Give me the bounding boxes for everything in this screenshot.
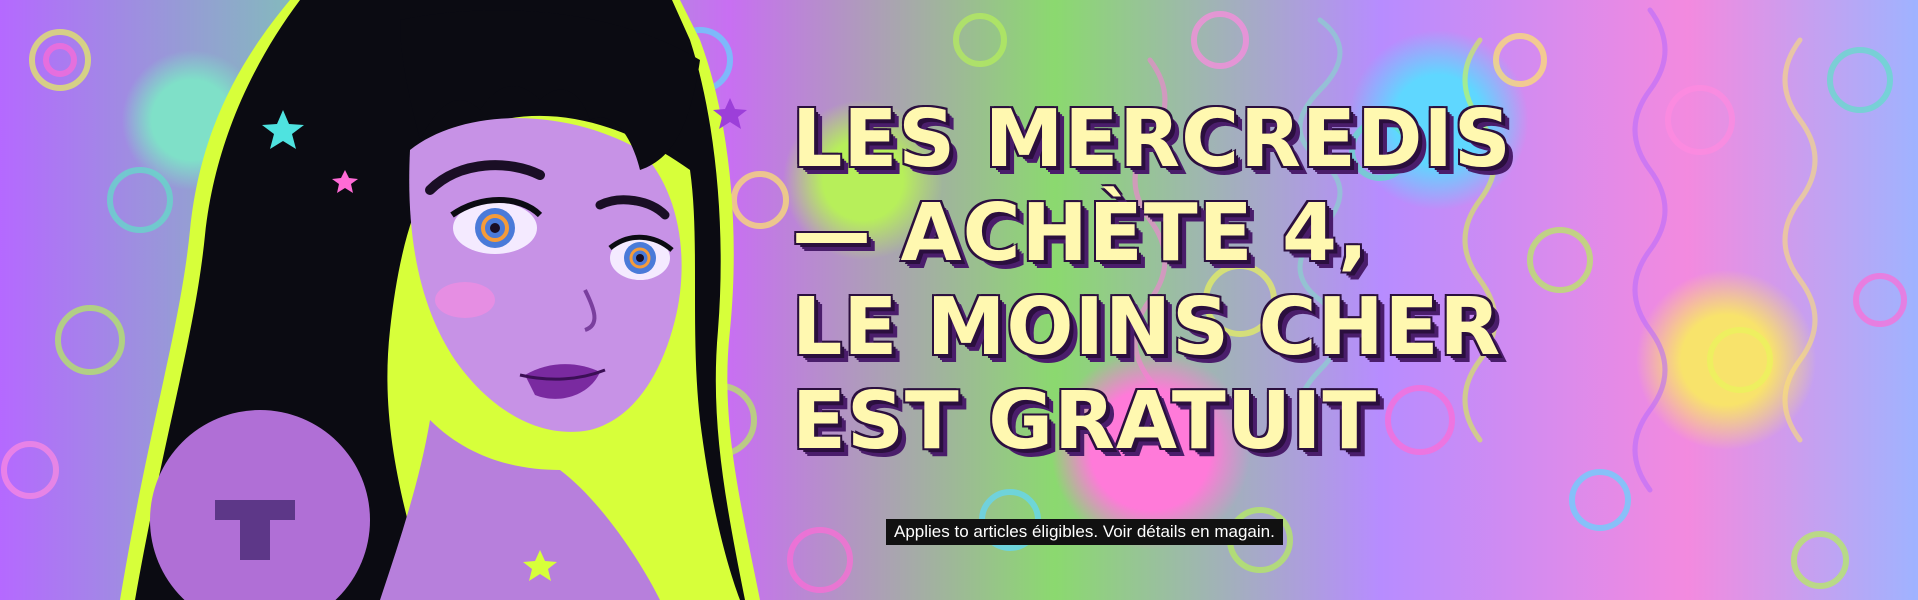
comic-woman-illustration <box>120 0 760 600</box>
headline-line-2: — ACHÈTE 4, <box>792 187 1370 279</box>
headline-line-1: LES MERCREDIS <box>792 93 1512 185</box>
promo-banner: LES MERCREDIS — ACHÈTE 4, LE MOINS CHER … <box>0 0 1918 600</box>
disclaimer-text: Applies to articles éligibles. Voir déta… <box>886 519 1283 545</box>
headline-line-4: EST GRATUIT <box>792 375 1378 467</box>
headline-line-3: LE MOINS CHER <box>792 281 1502 373</box>
promo-headline: LES MERCREDIS — ACHÈTE 4, LE MOINS CHER … <box>792 92 1512 468</box>
